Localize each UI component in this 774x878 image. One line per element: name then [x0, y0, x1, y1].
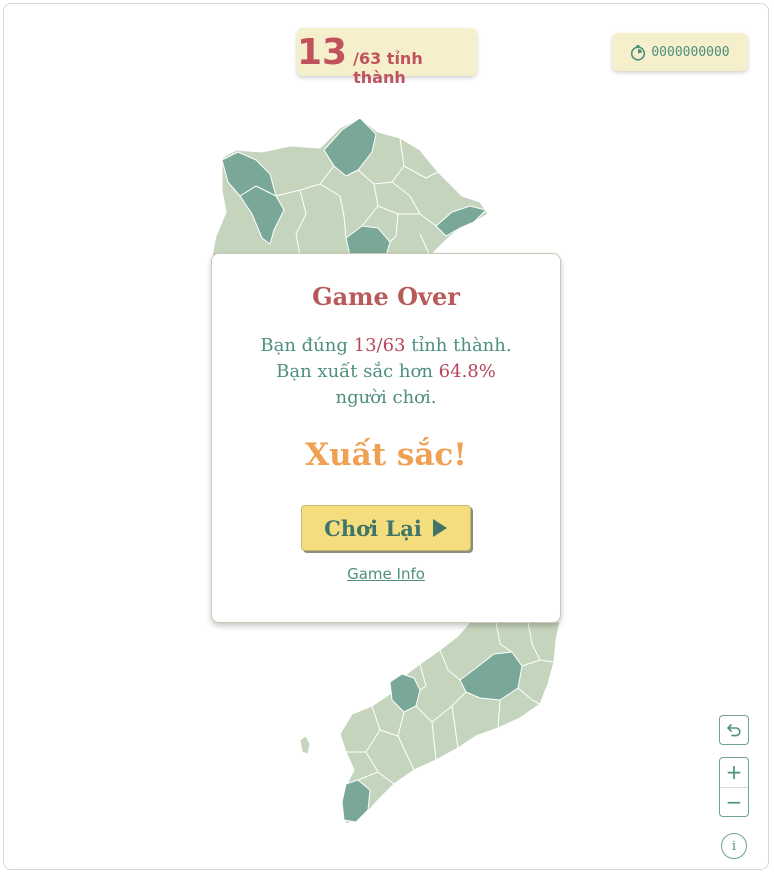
zoom-out-button[interactable]: − — [720, 788, 748, 817]
province-ca-mau[interactable] — [341, 779, 371, 823]
game-over-dialog: Game Over Bạn đúng 13/63 tỉnh thành. Bạn… — [211, 253, 561, 623]
result-suffix: tỉnh thành. — [405, 335, 512, 356]
stopwatch-icon — [630, 44, 646, 61]
rating-label: Xuất sắc! — [305, 437, 467, 473]
result-line-players: người chơi. — [335, 387, 437, 408]
undo-button[interactable] — [719, 715, 749, 745]
result-line-correct: Bạn đúng 13/63 tỉnh thành. — [212, 333, 560, 359]
play-again-button[interactable]: Chơi Lại — [301, 505, 471, 551]
info-button[interactable]: i — [721, 833, 747, 859]
play-icon — [432, 518, 448, 538]
score-total-label: /63 tỉnh thành — [353, 49, 423, 87]
province-phu-quoc-island[interactable] — [299, 735, 311, 755]
game-info-link[interactable]: Game Info — [212, 565, 560, 583]
timer-value: 0000000000 — [651, 44, 730, 60]
play-again-label: Chơi Lại — [324, 515, 422, 541]
result-line-percentile: Bạn xuất sắc hơn 64.8% — [212, 359, 560, 385]
zoom-in-button[interactable]: + — [720, 758, 748, 787]
dialog-title: Game Over — [312, 282, 460, 311]
undo-icon — [726, 722, 742, 738]
timer-panel: 0000000000 — [612, 33, 748, 71]
percentile-value: 64.8% — [438, 361, 496, 382]
zoom-control: + − — [719, 757, 749, 817]
score-panel: 13 /63 tỉnh thành — [297, 28, 477, 87]
result-correct-count: 13/63 — [353, 335, 406, 356]
percentile-prefix: Bạn xuất sắc hơn — [276, 361, 439, 382]
province-region-south[interactable] — [339, 621, 561, 825]
result-prefix: Bạn đúng — [260, 335, 354, 356]
score-value: 13 — [297, 32, 348, 73]
